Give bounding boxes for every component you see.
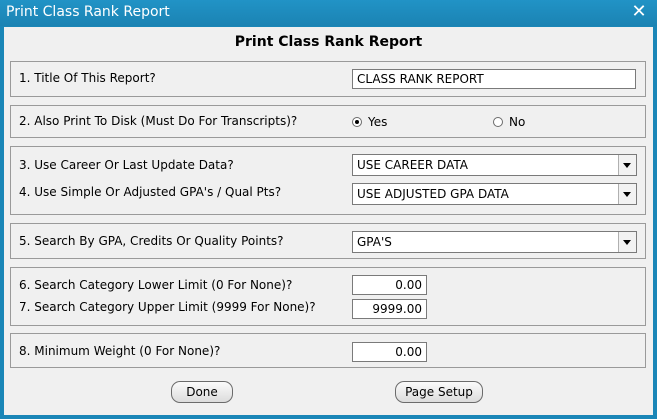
upper-limit-label: 7. Search Category Upper Limit (9999 For…: [19, 300, 316, 314]
gpa-type-value: USE ADJUSTED GPA DATA: [357, 187, 509, 201]
chevron-down-icon[interactable]: [618, 184, 636, 204]
print-class-rank-window: Print Class Rank Report ✕ Print Class Ra…: [0, 0, 657, 419]
radio-unselected-icon: [493, 117, 503, 127]
dialog-body: Print Class Rank Report 1. Title Of This…: [4, 27, 653, 415]
group-search-limits: 6. Search Category Lower Limit (0 For No…: [10, 267, 646, 326]
print-to-disk-no-radio[interactable]: No: [493, 115, 525, 129]
radio-no-label: No: [509, 115, 526, 129]
dialog-heading: Print Class Rank Report: [234, 34, 423, 50]
search-by-value: GPA'S: [357, 235, 392, 249]
radio-yes-label: Yes: [368, 115, 388, 129]
gpa-type-label: 4. Use Simple Or Adjusted GPA's / Qual P…: [19, 185, 282, 199]
data-source-value: USE CAREER DATA: [357, 158, 468, 172]
chevron-down-icon[interactable]: [618, 232, 636, 252]
data-source-label: 3. Use Career Or Last Update Data?: [19, 158, 234, 172]
gpa-type-select[interactable]: USE ADJUSTED GPA DATA: [352, 183, 637, 205]
group-print-to-disk: 2. Also Print To Disk (Must Do For Trans…: [10, 105, 646, 138]
group-min-weight: 8. Minimum Weight (0 For None)? 0.00: [10, 333, 646, 368]
lower-limit-label: 6. Search Category Lower Limit (0 For No…: [19, 278, 293, 292]
radio-selected-icon: [352, 117, 362, 127]
report-title-input[interactable]: CLASS RANK REPORT: [352, 69, 636, 89]
page-setup-button[interactable]: Page Setup: [395, 381, 483, 403]
search-by-select[interactable]: GPA'S: [352, 231, 637, 253]
data-source-select[interactable]: USE CAREER DATA: [352, 154, 637, 176]
done-button[interactable]: Done: [171, 381, 233, 403]
group-data-options: 3. Use Career Or Last Update Data? USE C…: [10, 146, 646, 215]
min-weight-label: 8. Minimum Weight (0 For None)?: [19, 344, 221, 358]
window-title: Print Class Rank Report: [6, 4, 170, 20]
close-icon[interactable]: ✕: [629, 2, 649, 22]
group-search-by: 5. Search By GPA, Credits Or Quality Poi…: [10, 223, 646, 259]
title-label: 1. Title Of This Report?: [19, 71, 156, 85]
chevron-down-icon[interactable]: [618, 155, 636, 175]
print-to-disk-label: 2. Also Print To Disk (Must Do For Trans…: [19, 114, 298, 128]
min-weight-input[interactable]: 0.00: [352, 342, 427, 362]
title-bar[interactable]: Print Class Rank Report ✕: [0, 0, 657, 26]
print-to-disk-yes-radio[interactable]: Yes: [352, 115, 387, 129]
search-by-label: 5. Search By GPA, Credits Or Quality Poi…: [19, 234, 284, 248]
lower-limit-input[interactable]: 0.00: [352, 275, 427, 295]
upper-limit-input[interactable]: 9999.00: [352, 299, 427, 319]
group-title: 1. Title Of This Report? CLASS RANK REPO…: [10, 61, 646, 97]
